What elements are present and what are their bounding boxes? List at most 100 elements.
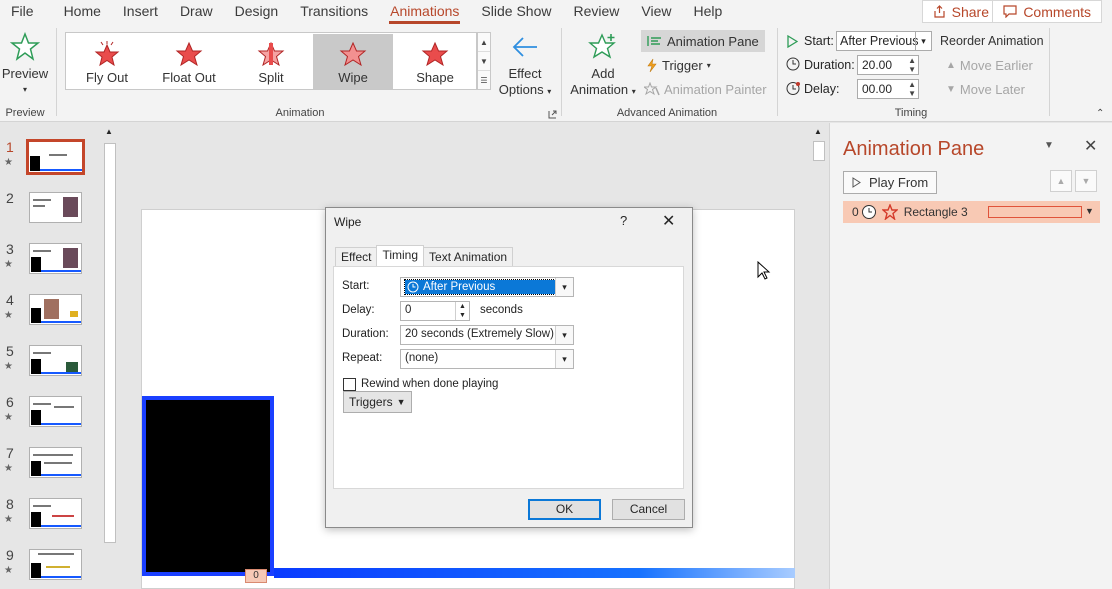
add-animation-label-1: Add (591, 66, 615, 81)
animation-timeline-bar[interactable] (988, 206, 1082, 218)
chevron-down-icon[interactable]: ▼ (1085, 206, 1094, 216)
move-earlier-label: Move Earlier (959, 57, 1033, 73)
slide-thumbnail[interactable] (29, 396, 82, 427)
cancel-button[interactable]: Cancel (612, 499, 685, 520)
start-label: Start: (804, 34, 834, 48)
chevron-down-icon[interactable]: ▾ (555, 350, 573, 368)
gallery-item-fly-out[interactable]: Fly Out (67, 34, 147, 89)
gallery-scroll-up-icon[interactable]: ▲ (478, 33, 490, 52)
preview-star-icon (10, 32, 40, 61)
scroll-up-icon[interactable]: ▲ (105, 127, 113, 136)
chevron-down-icon[interactable]: ▾ (555, 326, 573, 344)
close-icon[interactable]: ✕ (662, 211, 675, 231)
ok-button[interactable]: OK (528, 499, 601, 520)
start-label: Start: (342, 280, 370, 292)
menu-slide-show[interactable]: Slide Show (470, 0, 562, 24)
duration-spinner-icon[interactable]: ▲ ▼ (908, 56, 916, 74)
pane-options-chevron-icon[interactable]: ▼ (1044, 140, 1054, 151)
menu-review[interactable]: Review (562, 0, 630, 24)
scrollbar-thumb[interactable] (104, 143, 116, 543)
shape-star-icon (421, 41, 449, 67)
menu-help[interactable]: Help (682, 0, 733, 24)
scrollbar-thumb[interactable] (813, 141, 825, 161)
triggers-button[interactable]: Triggers ▼ (343, 391, 412, 413)
play-from-button[interactable]: Play From (843, 171, 938, 194)
slide-thumbnail[interactable] (29, 294, 82, 325)
duration-select[interactable]: 20 seconds (Extremely Slow) ▾ (400, 325, 574, 345)
separator (56, 28, 57, 116)
menu-draw[interactable]: Draw (169, 0, 224, 24)
animation-painter-button[interactable]: Animation Painter (644, 78, 767, 100)
animation-star-icon: ★ (4, 310, 13, 321)
animation-painter-label: Animation Painter (664, 81, 767, 97)
delay-label: Delay: (342, 304, 375, 316)
rewind-checkbox[interactable] (343, 378, 356, 391)
menu-file[interactable]: File (0, 0, 45, 24)
preview-chevron-icon: ▾ (22, 85, 27, 94)
clock-icon (786, 57, 800, 71)
dialog-launcher-icon[interactable] (548, 110, 557, 119)
preview-button[interactable]: Preview ▾ (2, 32, 48, 98)
rewind-label: Rewind when done playing (361, 378, 499, 390)
menu-design[interactable]: Design (224, 0, 290, 24)
animation-star-icon: ★ (4, 514, 13, 525)
menu-home[interactable]: Home (45, 0, 112, 24)
duration-input[interactable]: 20.00 ▲ ▼ (857, 55, 919, 75)
share-button[interactable]: Share (921, 0, 1000, 23)
editor-scrollbar[interactable]: ▲ (812, 125, 826, 587)
animation-pane-button[interactable]: Animation Pane (641, 30, 765, 52)
delay-input[interactable]: 0 ▲ ▼ (400, 301, 470, 321)
gallery-item-wipe[interactable]: Wipe (313, 34, 393, 89)
slide-thumbnail[interactable] (29, 345, 82, 376)
menu-transitions[interactable]: Transitions (289, 0, 379, 24)
menu-animations[interactable]: Animations (379, 0, 470, 24)
animation-item[interactable]: 0 Rectangle 3 ▼ (843, 201, 1100, 223)
tab-timing[interactable]: Timing (376, 245, 425, 267)
gallery-item-shape[interactable]: Shape (395, 34, 475, 89)
gallery-more-icon[interactable]: ☰ (478, 71, 490, 89)
animation-order-tag[interactable]: 0 (245, 569, 267, 583)
slide-number: 3 (6, 241, 14, 257)
start-select[interactable]: After Previous ▾ (836, 31, 932, 51)
tab-effect[interactable]: Effect (335, 247, 378, 267)
effect-options-label-1: Effect (508, 66, 542, 81)
comments-button[interactable]: Comments (992, 0, 1102, 23)
gallery-scroll-down-icon[interactable]: ▼ (478, 52, 490, 71)
effect-options-button[interactable]: Effect Options ▾ (496, 32, 554, 100)
chevron-down-icon[interactable]: ▾ (555, 278, 573, 296)
thumbnails-scrollbar[interactable]: ▲ (103, 125, 117, 587)
repeat-select[interactable]: (none) ▾ (400, 349, 574, 369)
gallery-item-float-out[interactable]: Float Out (149, 34, 229, 89)
move-earlier-button[interactable]: ▲ Move Earlier (946, 54, 1033, 76)
delay-spinner-icon[interactable]: ▲ ▼ (455, 302, 469, 320)
move-down-button[interactable]: ▼ (1075, 170, 1097, 192)
close-icon[interactable]: ✕ (1084, 136, 1097, 156)
menu-insert[interactable]: Insert (112, 0, 169, 24)
scroll-up-icon[interactable]: ▲ (814, 127, 822, 136)
slide-thumbnail[interactable] (29, 549, 82, 580)
trigger-button[interactable]: Trigger ▾ (646, 54, 711, 76)
slide-number: 4 (6, 292, 14, 308)
slide-thumbnail[interactable] (29, 192, 82, 223)
tab-text-animation[interactable]: Text Animation (423, 247, 514, 267)
start-select[interactable]: After Previous ▾ (400, 277, 574, 297)
gallery-item-split[interactable]: Split (231, 34, 311, 89)
animation-item-number: 0 (852, 205, 859, 219)
rectangle-3-shape[interactable] (142, 396, 274, 576)
blue-bar-shape[interactable] (274, 568, 795, 578)
delay-input[interactable]: 00.00 ▲ ▼ (857, 79, 919, 99)
chevron-down-icon[interactable]: ▾ (915, 32, 931, 50)
slide-thumbnail[interactable] (29, 498, 82, 529)
help-icon[interactable]: ? (620, 213, 627, 228)
menu-view[interactable]: View (630, 0, 682, 24)
slide-thumbnail[interactable] (29, 447, 82, 478)
collapse-ribbon-icon[interactable]: ⌃ (1096, 108, 1104, 119)
duration-value: 20 seconds (Extremely Slow) (405, 328, 554, 340)
slide-thumbnail[interactable] (26, 139, 85, 175)
move-up-button[interactable]: ▲ (1050, 170, 1072, 192)
delay-spinner-icon[interactable]: ▲ ▼ (908, 80, 916, 98)
arrow-left-icon (512, 37, 537, 57)
slide-thumbnail[interactable] (29, 243, 82, 274)
add-animation-button[interactable]: Add Animation ▾ (568, 32, 638, 100)
move-later-button[interactable]: ▼ Move Later (946, 78, 1025, 100)
